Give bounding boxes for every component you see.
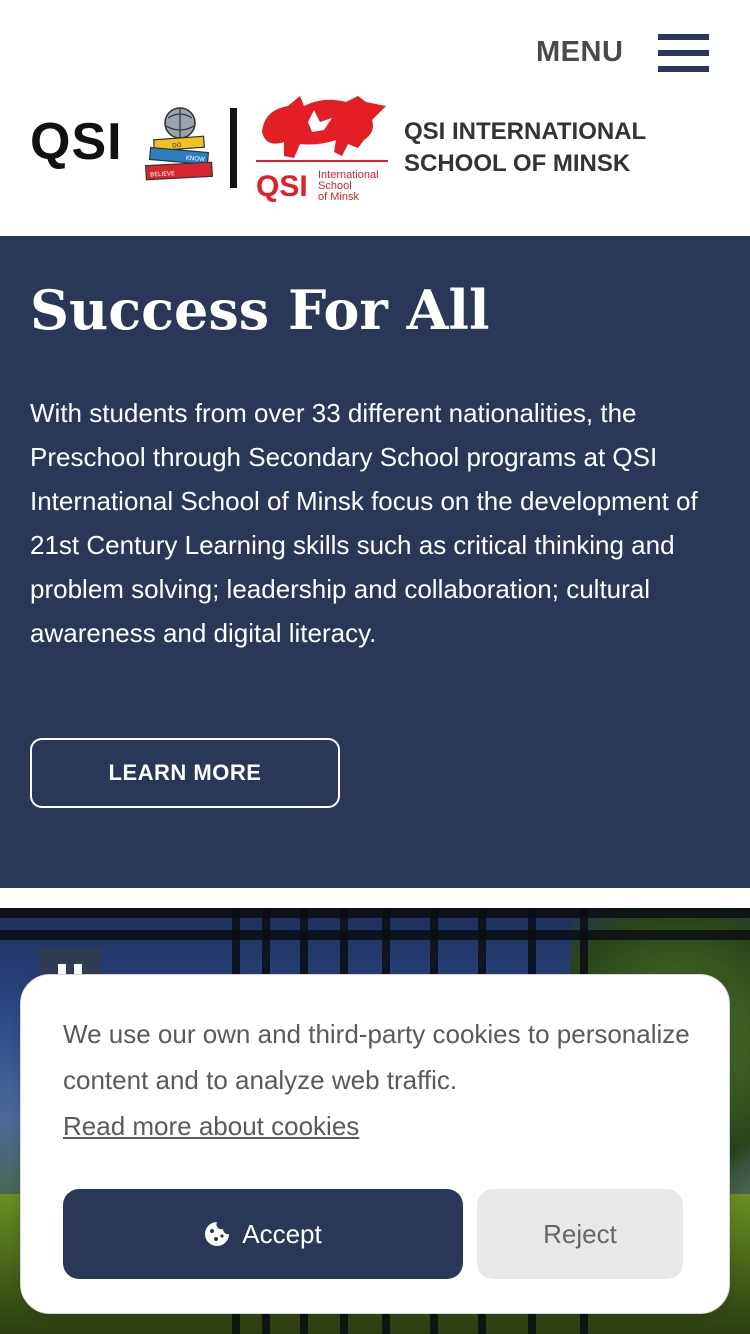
- hero-section: Success For All With students from over …: [0, 236, 750, 888]
- hero-description: With students from over 33 different nat…: [30, 398, 698, 648]
- cookie-banner: We use our own and third-party cookies t…: [20, 974, 730, 1314]
- school-logo[interactable]: QSI DO KNOW BELIEVE QSI International Sc…: [30, 92, 720, 204]
- qsi-logo-text: QSI: [30, 113, 123, 171]
- fence-beam: [0, 908, 750, 918]
- fence-beam: [0, 930, 750, 940]
- books-word-do: DO: [172, 142, 182, 150]
- learn-more-button[interactable]: LEARN MORE: [30, 738, 340, 808]
- reject-cookies-button[interactable]: Reject: [477, 1189, 683, 1279]
- menu-label[interactable]: MENU: [536, 36, 623, 69]
- cookie-message: We use our own and third-party cookies t…: [63, 1019, 690, 1095]
- minsk-logo-qsi: QSI: [256, 170, 308, 203]
- school-name-line1: QSI INTERNATIONAL: [404, 118, 647, 145]
- hamburger-menu-icon[interactable]: [658, 34, 709, 74]
- cookie-icon: [205, 1222, 230, 1246]
- read-more-cookies-link[interactable]: Read more about cookies: [63, 1103, 359, 1149]
- books-word-believe: BELIEVE: [150, 170, 175, 178]
- accept-label: Accept: [242, 1218, 322, 1249]
- school-name: QSI INTERNATIONAL SCHOOL OF MINSK: [404, 116, 646, 180]
- bison-logo-icon: QSI International School of Minsk: [256, 96, 388, 203]
- logo-divider: [230, 108, 237, 188]
- books-globe-icon: DO KNOW BELIEVE: [145, 107, 213, 181]
- school-name-line2: SCHOOL OF MINSK: [404, 150, 631, 177]
- hero-title: Success For All: [30, 278, 490, 342]
- site-header: MENU QSI DO KNOW BELIEVE QSI Internation…: [0, 0, 750, 236]
- minsk-logo-of-minsk: of Minsk: [318, 191, 359, 203]
- accept-cookies-button[interactable]: Accept: [63, 1189, 463, 1279]
